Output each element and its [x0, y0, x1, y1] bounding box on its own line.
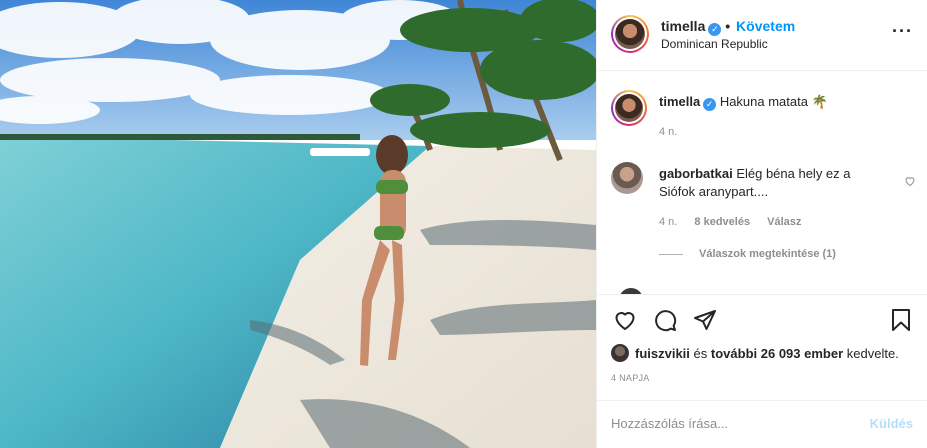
post-date[interactable]: 4 NAPJA [611, 373, 650, 383]
verified-badge-icon: ✓ [703, 98, 717, 111]
likes-suffix: kedvelte. [846, 345, 899, 361]
beach-photo-illustration [0, 0, 596, 448]
post-header: timella ✓ • Követem Dominican Republic ··… [597, 0, 927, 71]
instagram-post: timella ✓ • Követem Dominican Republic ··… [0, 0, 927, 448]
palm-tree-emoji: 🌴 [811, 94, 828, 109]
bookmark-icon[interactable] [889, 308, 913, 332]
caption-row: timella ✓ Hakuna matata 🌴 4 n. [611, 90, 911, 142]
like-comment-heart-icon[interactable] [904, 175, 916, 187]
verified-badge-icon: ✓ [708, 23, 722, 36]
author-username[interactable]: timella [661, 18, 705, 34]
reply-button[interactable]: Válasz [767, 216, 801, 228]
following-button[interactable]: Követem [736, 18, 795, 34]
comment-input[interactable] [611, 416, 851, 431]
likes-summary: fuiszvikii és további 26 093 ember kedve… [611, 344, 899, 362]
caption-meta: 4 n. [659, 126, 691, 138]
commenter-username[interactable]: gaborbatkai [659, 166, 733, 181]
caption-text: Hakuna matata [719, 94, 808, 109]
caption-avatar[interactable] [611, 90, 647, 126]
post-side-panel: timella ✓ • Követem Dominican Republic ··… [596, 0, 927, 448]
likes-connector: és [693, 345, 708, 361]
comment-age[interactable]: 4 n. [659, 216, 677, 228]
author-line: timella ✓ • Követem [661, 18, 795, 36]
liker-avatar[interactable] [611, 344, 629, 362]
post-actions: fuiszvikii és további 26 093 ember kedve… [597, 294, 927, 448]
other-likers[interactable]: további 26 093 ember [711, 346, 843, 361]
comment-row: gaborbatkai Elég béna hely ez a Siófok a… [611, 162, 915, 242]
separator-dot: • [725, 18, 731, 34]
add-comment-bar: Küldés [597, 400, 927, 448]
more-options-icon[interactable]: ··· [892, 22, 913, 40]
heart-icon[interactable] [613, 308, 637, 332]
comments-list[interactable]: timella ✓ Hakuna matata 🌴 4 n. gaborbatka… [597, 72, 927, 294]
post-photo[interactable] [0, 0, 596, 448]
share-icon[interactable] [693, 308, 717, 332]
view-replies-button[interactable]: Válaszok megtekintése (1) [659, 248, 836, 260]
first-liker[interactable]: fuiszvikii [635, 346, 690, 361]
comment-icon[interactable] [653, 308, 677, 332]
comment-likes[interactable]: 8 kedvelés [694, 216, 750, 228]
comment-meta: 4 n. 8 kedvelés Válasz [659, 216, 815, 228]
author-avatar[interactable] [611, 15, 649, 53]
send-button[interactable]: Küldés [870, 416, 913, 431]
caption-username[interactable]: timella [659, 94, 700, 109]
caption-age[interactable]: 4 n. [659, 126, 677, 138]
caption-text-line: timella ✓ Hakuna matata 🌴 [659, 93, 879, 111]
location-link[interactable]: Dominican Republic [661, 37, 768, 51]
comment-text-line: gaborbatkai Elég béna hely ez a Siófok a… [659, 165, 879, 201]
commenter-avatar[interactable] [611, 162, 643, 194]
